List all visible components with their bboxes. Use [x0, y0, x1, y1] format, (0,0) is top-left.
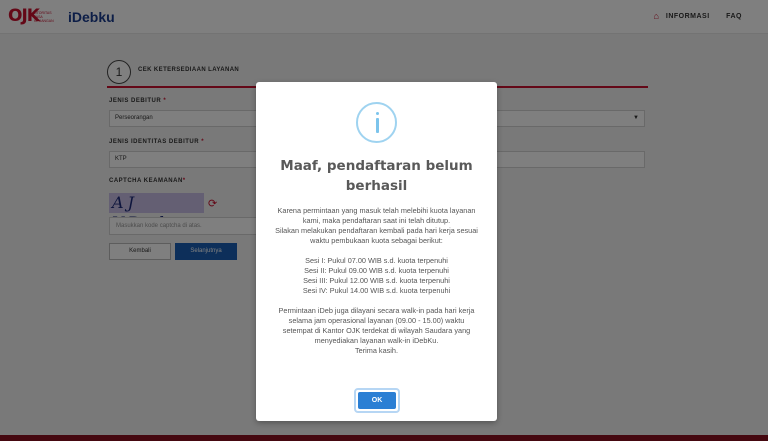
ok-button-focus-ring: OK: [354, 388, 400, 413]
modal-text-line: Permintaan iDeb juga dilayani secara wal…: [278, 306, 475, 315]
modal-title-line: Maaf, pendaftaran belum: [280, 158, 473, 174]
session-line: Sesi IV: Pukul 14.00 WIB s.d. kuota terp…: [302, 286, 451, 295]
info-icon-dot: [376, 112, 379, 115]
modal-text-line: kami, maka pendaftaran saat ini telah di…: [302, 216, 451, 225]
modal-message: Karena permintaan yang masuk telah meleb…: [264, 206, 489, 356]
session-line: Sesi II: Pukul 09.00 WIB s.d. kuota terp…: [304, 266, 449, 275]
info-icon-bar: [376, 118, 379, 133]
modal-text-line: setempat di Kantor OJK terdekat di wilay…: [282, 326, 471, 335]
modal-text-line: Terima kasih.: [355, 346, 398, 355]
modal-title: Maaf, pendaftaran belum berhasil: [266, 156, 487, 196]
info-icon: [356, 102, 397, 143]
modal-title-line: berhasil: [345, 178, 408, 194]
session-line: Sesi III: Pukul 12.00 WIB s.d. kuota ter…: [303, 276, 450, 285]
modal-text-line: menyediakan layanan walk-in iDebKu.: [314, 336, 439, 345]
modal-text-line: selama jam operasional layanan (09.00 - …: [288, 316, 465, 325]
alert-modal: Maaf, pendaftaran belum berhasil Karena …: [256, 82, 497, 421]
modal-text-line: Silakan melakukan pendaftaran kembali pa…: [275, 226, 478, 235]
modal-text-line: Karena permintaan yang masuk telah meleb…: [277, 206, 476, 215]
session-line: Sesi I: Pukul 07.00 WIB s.d. kuota terpe…: [305, 256, 448, 265]
modal-text-line: waktu pembukaan kuota sebagai berikut:: [310, 236, 443, 245]
ok-button[interactable]: OK: [358, 392, 396, 409]
